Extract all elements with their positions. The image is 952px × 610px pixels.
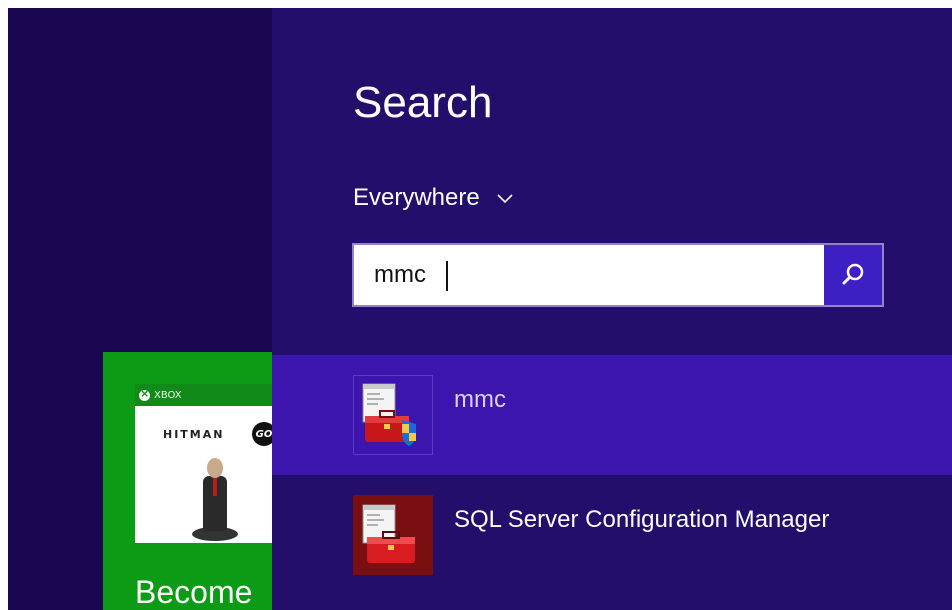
text-caret bbox=[446, 261, 448, 291]
search-button[interactable] bbox=[824, 245, 882, 305]
search-scope-dropdown[interactable]: Everywhere bbox=[353, 184, 514, 212]
xbox-label: XBOX bbox=[154, 389, 182, 401]
xbox-bar: XBOX bbox=[135, 384, 272, 406]
chevron-down-icon bbox=[497, 194, 513, 204]
tile-caption: Become bbox=[135, 574, 253, 610]
search-title: Search bbox=[353, 78, 493, 127]
sql-config-toolbox-icon bbox=[353, 495, 433, 575]
xbox-icon bbox=[139, 387, 150, 401]
left-edge bbox=[0, 0, 8, 610]
top-edge bbox=[0, 0, 952, 8]
screen: XBOX HITMAN GO Become Search Everywhere bbox=[0, 0, 952, 610]
search-box bbox=[352, 243, 884, 307]
tile-artwork: XBOX HITMAN GO bbox=[135, 384, 272, 543]
search-scope-label: Everywhere bbox=[353, 184, 480, 211]
search-pane: Search Everywhere mmc mmc SQL Server Con… bbox=[272, 8, 952, 610]
result-label: SQL Server Configuration Manager bbox=[454, 506, 830, 533]
search-input[interactable] bbox=[354, 245, 824, 305]
hitman-go-tile[interactable]: XBOX HITMAN GO Become bbox=[103, 352, 272, 610]
game-title: HITMAN bbox=[163, 428, 225, 441]
search-result-sql-config-manager[interactable]: SQL Server Configuration Manager bbox=[272, 475, 952, 595]
search-icon bbox=[842, 263, 864, 285]
figure-tie bbox=[213, 478, 217, 496]
result-label: mmc bbox=[454, 386, 506, 413]
go-badge: GO bbox=[252, 422, 272, 446]
mmc-toolbox-shield-icon bbox=[353, 375, 433, 455]
figure-head bbox=[207, 458, 223, 478]
search-result-mmc[interactable]: mmc bbox=[272, 355, 952, 475]
